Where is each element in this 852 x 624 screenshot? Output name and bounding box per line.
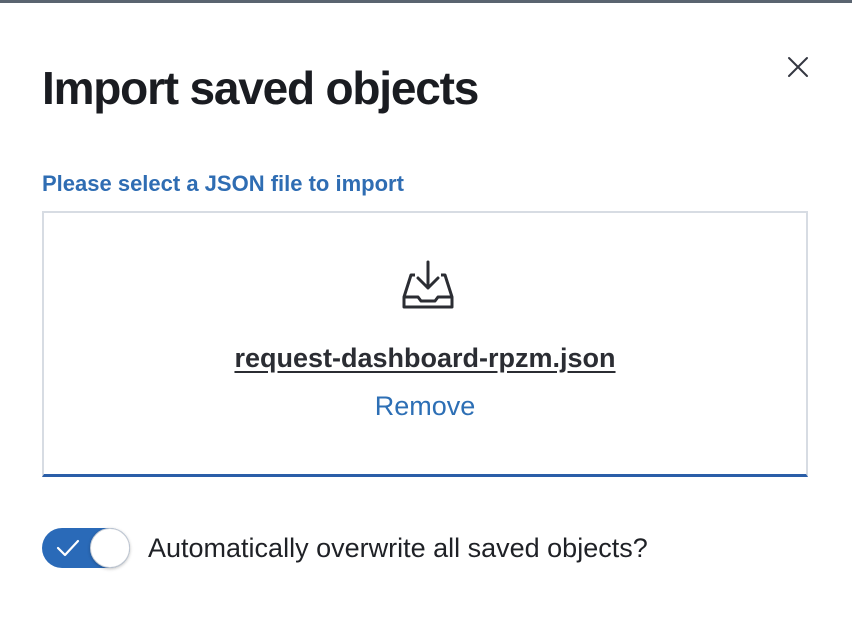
remove-file-link[interactable]: Remove — [44, 391, 806, 422]
toggle-knob — [90, 528, 130, 568]
import-tray-icon — [402, 260, 454, 309]
file-picker-label: Please select a JSON file to import — [42, 171, 404, 196]
overwrite-label: Automatically overwrite all saved object… — [148, 532, 648, 563]
close-icon — [788, 57, 808, 77]
checkmark-icon — [56, 539, 80, 557]
file-picker-dropzone[interactable]: request-dashboard-rpzm.json Remove — [42, 211, 808, 477]
flyout-title: Import saved objects — [42, 62, 479, 114]
overwrite-toggle[interactable] — [42, 528, 130, 568]
selected-file-name: request-dashboard-rpzm.json — [234, 343, 616, 373]
overwrite-switch-row: Automatically overwrite all saved object… — [42, 527, 648, 569]
close-button[interactable] — [780, 49, 816, 85]
import-flyout: Import saved objects Please select a JSO… — [0, 3, 852, 624]
